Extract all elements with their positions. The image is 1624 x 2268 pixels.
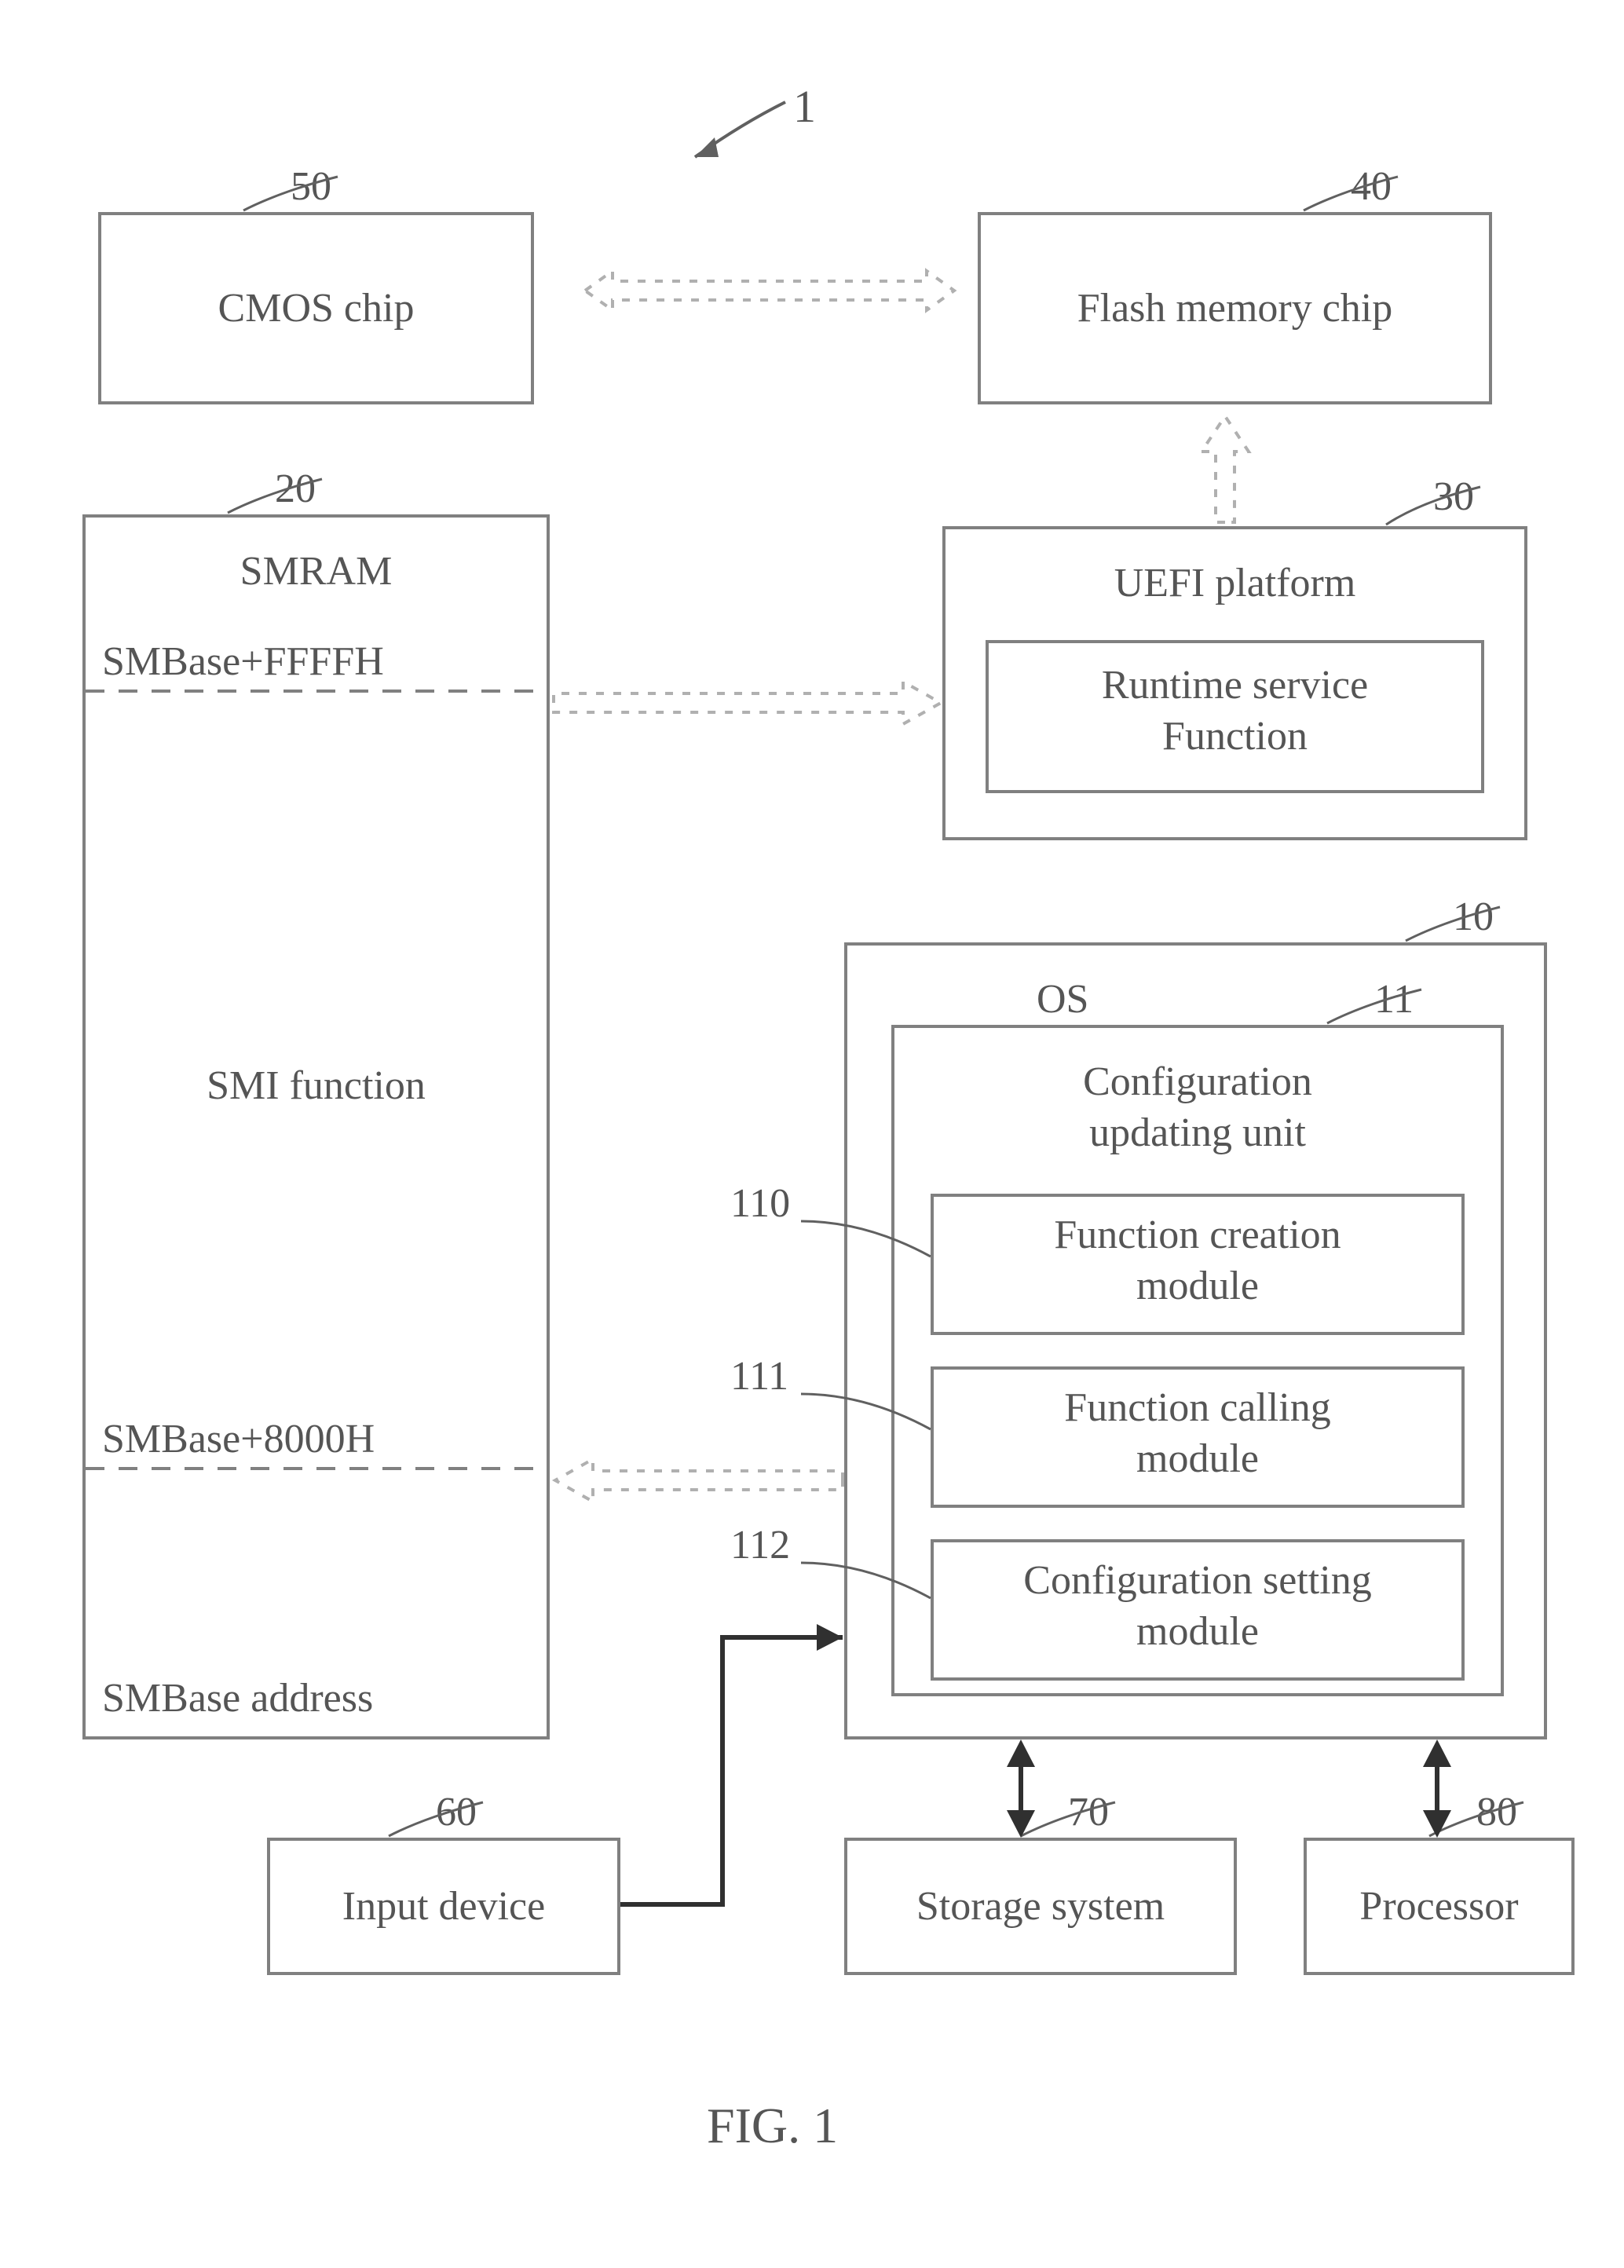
ref-70: 70 [1068, 1787, 1109, 1838]
block-flash-title: Flash memory chip [978, 283, 1492, 334]
ref-110: 110 [730, 1178, 790, 1229]
smram-base-address: SMBase address [102, 1673, 373, 1724]
ref-11: 11 [1374, 974, 1414, 1025]
block-smram-title: SMRAM [82, 546, 550, 597]
ref-30: 30 [1433, 471, 1474, 522]
figure-main-ref: 1 [793, 79, 816, 136]
block-os-title: OS [1037, 974, 1088, 1025]
ref-40: 40 [1351, 161, 1392, 212]
block-runtime-service-title: Runtime service Function [986, 660, 1484, 762]
block-cmos-title: CMOS chip [98, 283, 534, 334]
figure-caption: FIG. 1 [707, 2097, 838, 2155]
ref-112: 112 [730, 1520, 790, 1571]
block-mod-create-title: Function creation module [931, 1209, 1465, 1311]
ref-111: 111 [730, 1351, 788, 1402]
ref-50: 50 [291, 161, 331, 212]
ref-60: 60 [436, 1787, 477, 1838]
block-uefi-title: UEFI platform [942, 558, 1527, 609]
ref-80: 80 [1476, 1787, 1517, 1838]
block-input-title: Input device [267, 1881, 620, 1932]
block-config-unit-title: Configuration updating unit [891, 1056, 1504, 1158]
block-storage-title: Storage system [844, 1881, 1237, 1932]
ref-20: 20 [275, 463, 316, 514]
figure-1: 1 CMOS chip 50 Flash memory chip 40 SMRA… [0, 0, 1624, 2268]
block-mod-set-title: Configuration setting module [931, 1555, 1465, 1657]
block-processor-title: Processor [1304, 1881, 1575, 1932]
block-smram [82, 514, 550, 1739]
smram-line-top-label: SMBase+FFFFH [102, 636, 384, 687]
smram-smi-function: SMI function [82, 1060, 550, 1111]
smram-line-low-label: SMBase+8000H [102, 1414, 375, 1465]
ref-10: 10 [1453, 891, 1494, 942]
block-mod-call-title: Function calling module [931, 1382, 1465, 1484]
